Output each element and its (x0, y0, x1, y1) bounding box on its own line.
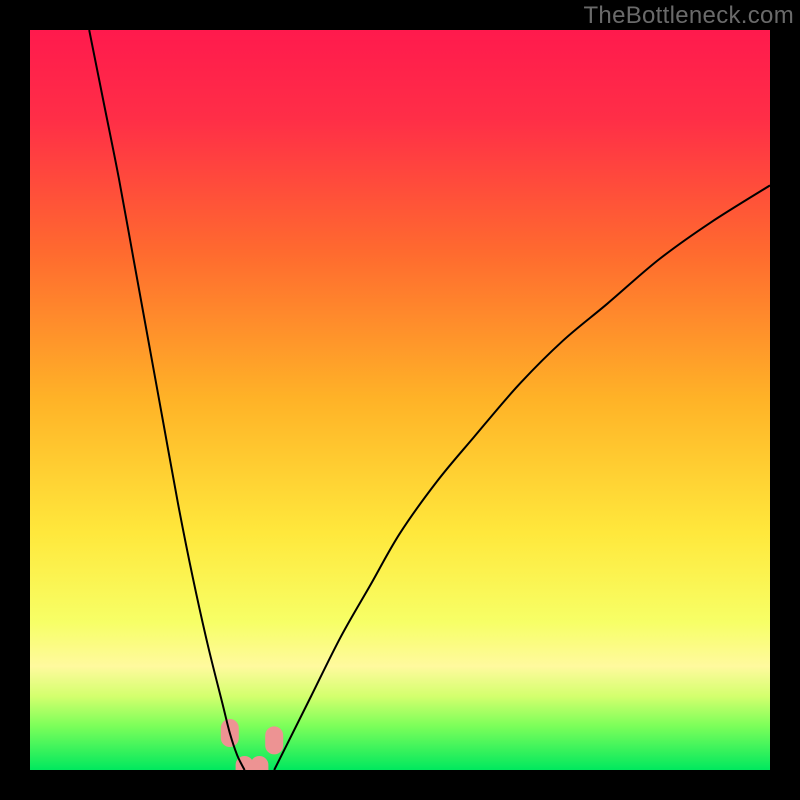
gradient-background (30, 30, 770, 770)
chart-frame: TheBottleneck.com (0, 0, 800, 800)
watermark-text: TheBottleneck.com (583, 2, 794, 30)
bottleneck-chart (30, 30, 770, 770)
